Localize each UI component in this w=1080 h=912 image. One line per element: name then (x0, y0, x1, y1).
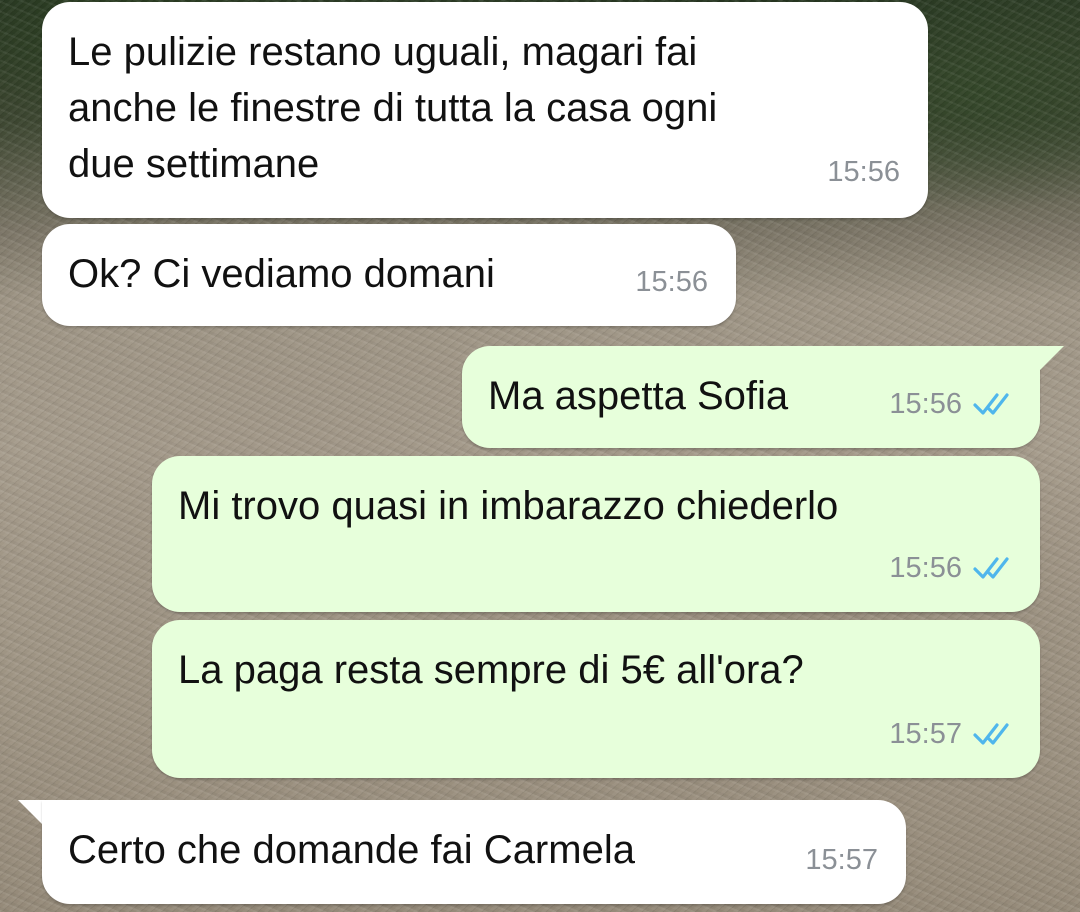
message-bubble-incoming[interactable]: Le pulizie restano uguali, magari fai an… (42, 2, 928, 218)
message-meta: 15:56 (635, 254, 708, 310)
message-bubble-incoming[interactable]: Ok? Ci vediamo domani 15:56 (42, 224, 736, 326)
message-time: 15:56 (635, 266, 708, 298)
message-meta: 15:56 (889, 376, 1018, 432)
message-time: 15:57 (805, 844, 878, 876)
message-text: Ok? Ci vediamo domani (68, 252, 495, 296)
message-meta: 15:56 (889, 540, 1018, 596)
message-bubble-outgoing[interactable]: Ma aspetta Sofia 15:56 (462, 346, 1040, 448)
message-time: 15:56 (827, 156, 900, 188)
message-bubble-outgoing[interactable]: Mi trovo quasi in imbarazzo chiederlo 15… (152, 456, 1040, 612)
message-bubble-outgoing[interactable]: La paga resta sempre di 5€ all'ora? 15:5… (152, 620, 1040, 778)
message-time: 15:56 (889, 552, 962, 584)
message-text: Ma aspetta Sofia (488, 374, 789, 418)
message-time: 15:57 (889, 718, 962, 750)
message-text: Certo che domande fai Carmela (68, 828, 635, 872)
message-bubble-incoming[interactable]: Certo che domande fai Carmela 15:57 (42, 800, 906, 904)
message-meta: 15:56 (827, 144, 900, 200)
double-check-read-icon (973, 723, 1009, 745)
bubble-tail (1038, 346, 1064, 372)
message-text: Mi trovo quasi in imbarazzo chiederlo (178, 484, 839, 528)
double-check-read-icon (973, 557, 1009, 579)
bubble-tail (18, 800, 44, 826)
message-meta: 15:57 (805, 832, 878, 888)
double-check-read-icon (973, 393, 1009, 415)
message-time: 15:56 (889, 388, 962, 420)
message-meta: 15:57 (889, 706, 1018, 762)
message-text: Le pulizie restano uguali, magari fai an… (68, 30, 718, 186)
message-text: La paga resta sempre di 5€ all'ora? (178, 648, 804, 692)
